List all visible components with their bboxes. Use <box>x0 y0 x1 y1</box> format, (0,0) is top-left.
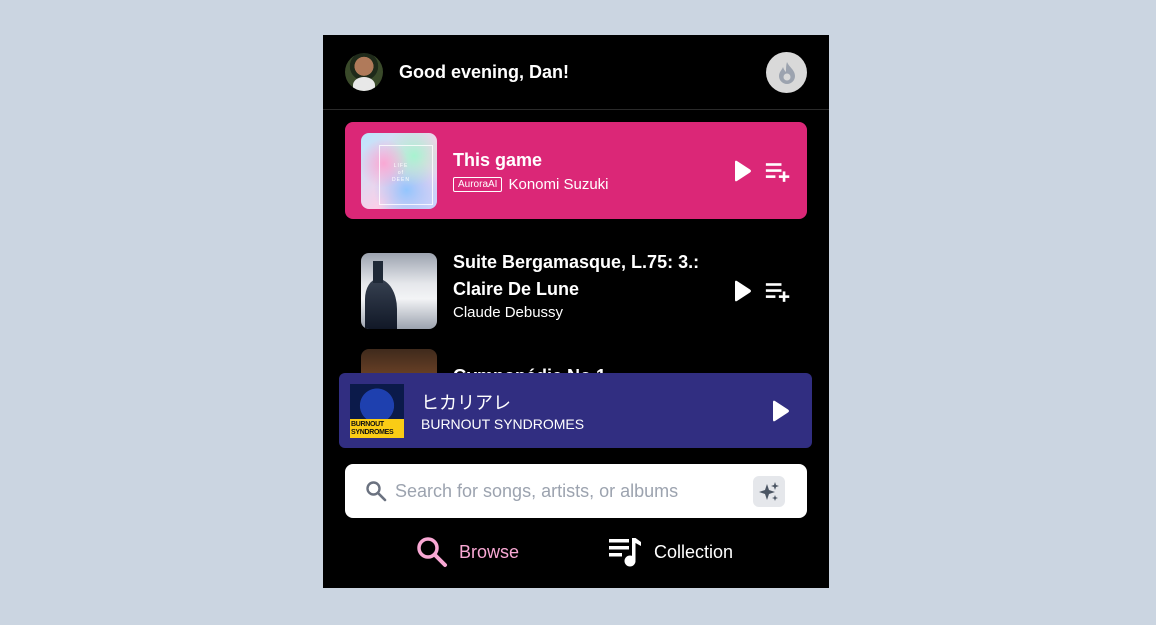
now-playing-title: ヒカリアレ <box>421 393 511 413</box>
now-playing-album-art: BURNOUT SYNDROMES <box>350 384 404 438</box>
add-to-queue-icon <box>765 283 790 302</box>
track-artist-line: AuroraAI Konomi Suzuki <box>453 176 609 193</box>
add-to-queue-icon <box>765 163 790 182</box>
search-bar <box>345 464 807 518</box>
ai-badge: AuroraAI <box>453 177 503 192</box>
ai-flame-button[interactable] <box>766 52 807 93</box>
nav-browse-label: Browse <box>459 541 520 562</box>
play-icon <box>735 280 751 302</box>
album-art <box>361 253 437 329</box>
track-actions <box>729 158 791 184</box>
track-title: This game <box>453 150 543 170</box>
track-item-active[interactable]: LIFE of DEEN This game AuroraAI Konomi S… <box>345 122 807 219</box>
greeting: Good evening, Dan! <box>399 62 570 82</box>
now-playing-play-button[interactable] <box>767 398 793 424</box>
browse-icon <box>417 537 447 567</box>
search-icon <box>366 481 387 502</box>
collection-icon <box>609 538 641 567</box>
avatar[interactable] <box>345 53 383 91</box>
track-artist: Claude Debussy <box>453 304 564 321</box>
track-title: Gymnopédie No.1 <box>453 363 606 373</box>
ai-search-button[interactable] <box>753 476 785 507</box>
track-artist: Konomi Suzuki <box>508 176 609 193</box>
track-item[interactable]: Gymnopédie No.1 <box>345 349 807 373</box>
play-button[interactable] <box>729 158 755 184</box>
play-icon <box>773 400 789 422</box>
album-art: LIFE of DEEN <box>361 133 437 209</box>
nav-collection[interactable]: Collection <box>608 532 733 572</box>
nav-collection-label: Collection <box>654 541 734 562</box>
album-art-text: LIFE of DEEN <box>392 163 410 183</box>
track-list: LIFE of DEEN This game AuroraAI Konomi S… <box>323 111 829 373</box>
play-button[interactable] <box>729 278 755 304</box>
add-to-queue-button[interactable] <box>765 278 791 304</box>
track-artist-line: Claude Debussy <box>453 304 563 321</box>
track-actions <box>729 278 791 304</box>
album-art-rock <box>365 279 397 329</box>
music-app: Good evening, Dan! LIFE of DEEN This gam… <box>323 35 829 588</box>
sparkle-icon <box>759 481 779 501</box>
add-to-queue-button[interactable] <box>765 158 791 184</box>
bottom-nav: Browse Collection <box>323 532 829 572</box>
header: Good evening, Dan! <box>323 35 829 110</box>
track-title: Suite Bergamasque, L.75: 3.: Claire De L… <box>453 252 700 299</box>
now-playing-artist: BURNOUT SYNDROMES <box>421 416 585 432</box>
play-icon <box>735 160 751 182</box>
search-input[interactable] <box>395 476 735 506</box>
album-art-text: BURNOUT SYNDROMES <box>351 421 394 436</box>
track-item[interactable]: Suite Bergamasque, L.75: 3.: Claire De L… <box>345 242 807 340</box>
album-art <box>361 349 437 373</box>
now-playing-bar[interactable]: BURNOUT SYNDROMES ヒカリアレ BURNOUT SYNDROME… <box>339 373 812 448</box>
album-art-tower <box>373 261 383 283</box>
nav-browse[interactable]: Browse <box>415 532 519 572</box>
flame-icon <box>778 61 795 84</box>
